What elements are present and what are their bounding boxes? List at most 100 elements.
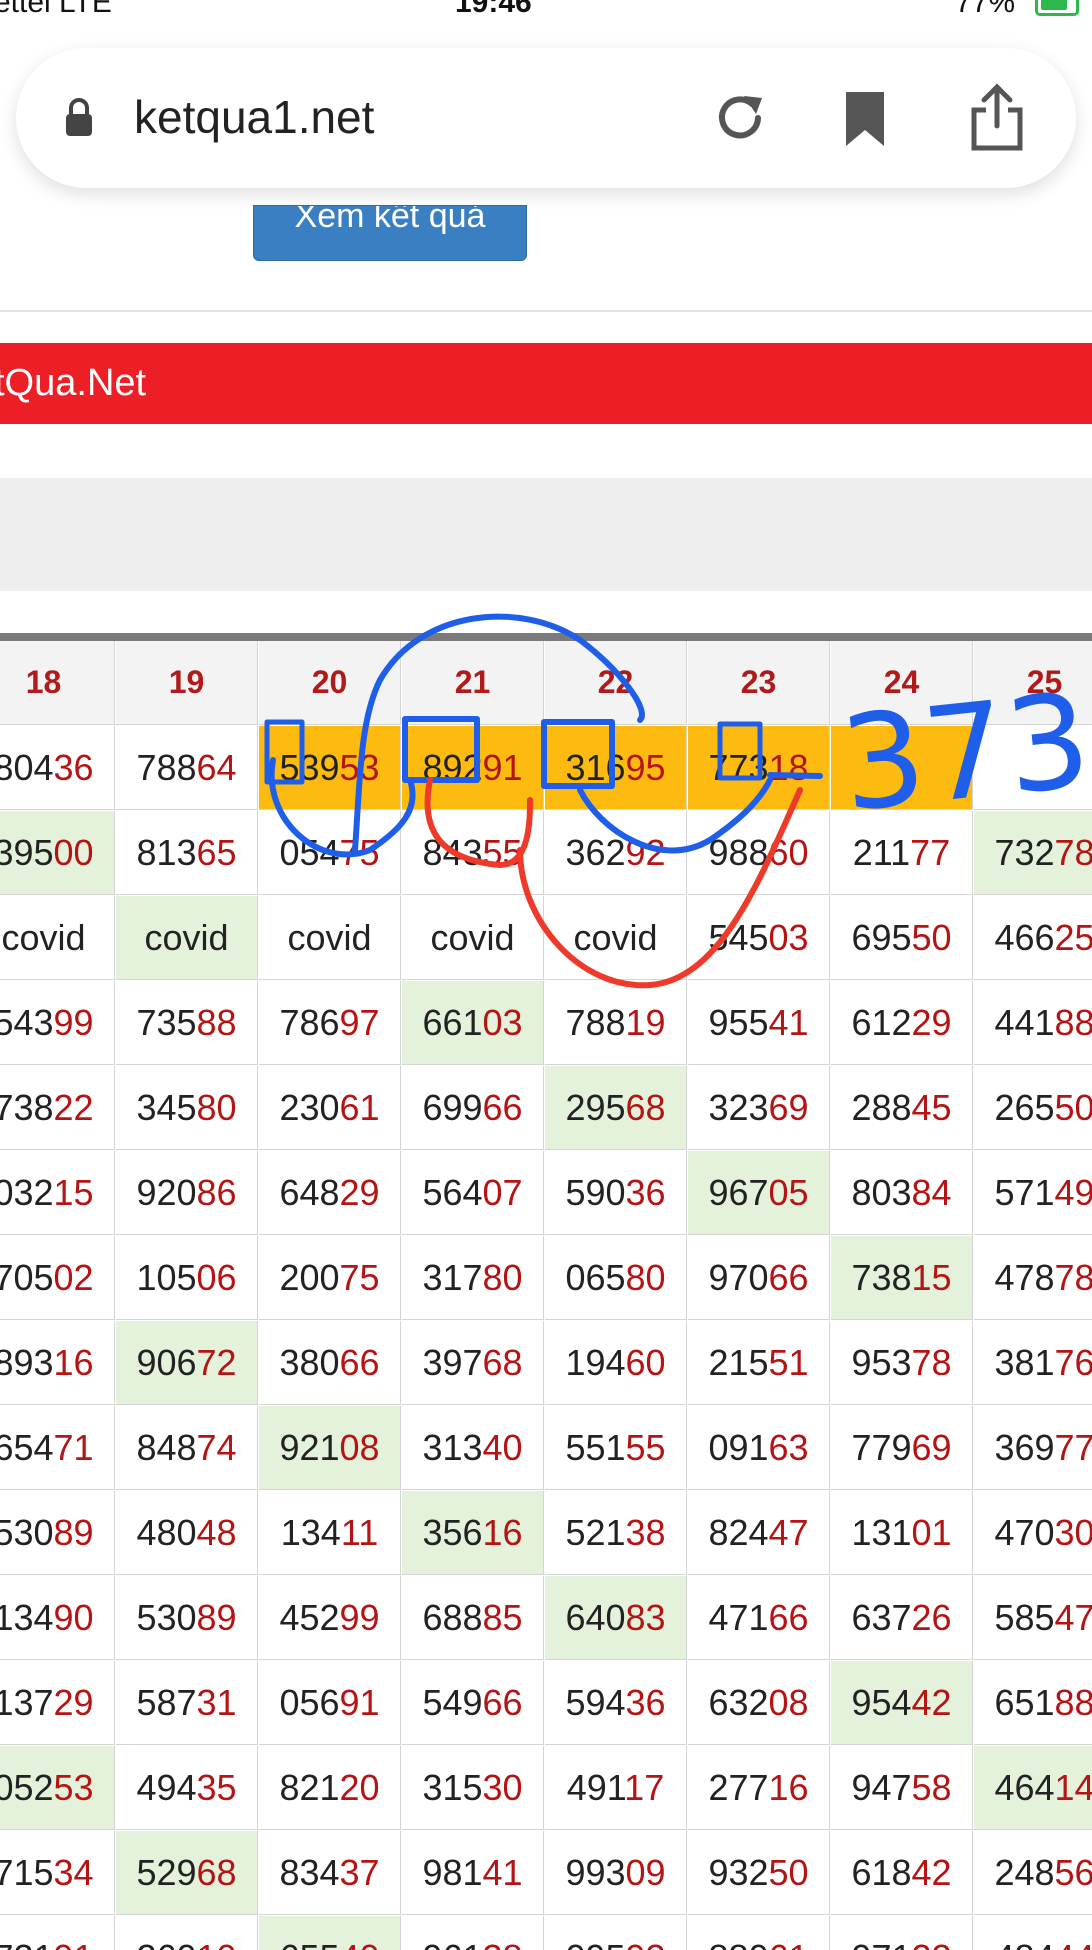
number-prefix: 803 <box>851 1172 912 1213</box>
battery-icon <box>1035 0 1079 16</box>
number-suffix: 36 <box>625 1172 666 1213</box>
number-suffix: 88 <box>196 1002 237 1043</box>
result-cell: 63208 <box>688 1661 830 1745</box>
number-suffix: 84 <box>911 1172 952 1213</box>
result-cell: 56407 <box>402 1151 544 1235</box>
number-prefix: 970 <box>708 1257 769 1298</box>
result-cell: 82120 <box>259 1746 401 1830</box>
bookmark-icon[interactable] <box>842 90 888 148</box>
number-suffix: 07 <box>482 1172 523 1213</box>
result-cell: 71534 <box>0 1831 115 1915</box>
result-cell: 80436 <box>0 726 115 810</box>
number-prefix: 288 <box>851 1087 912 1128</box>
result-cell: 66103 <box>402 981 544 1065</box>
number-suffix: 15 <box>53 1172 94 1213</box>
number-suffix: 68 <box>482 1342 523 1383</box>
column-header: 24 <box>831 641 973 725</box>
number-prefix: 661 <box>422 1002 483 1043</box>
number-suffix: 91 <box>339 1682 380 1723</box>
number-suffix: 42 <box>911 1682 952 1723</box>
view-results-button[interactable]: Xem kết quả <box>253 205 527 261</box>
result-cell: 96705 <box>688 1151 830 1235</box>
number-prefix: 705 <box>0 1257 54 1298</box>
number-suffix: 91 <box>54 1937 94 1950</box>
result-cell: 96128 <box>402 1916 544 1950</box>
number-prefix: 906 <box>136 1342 197 1383</box>
result-cell: 70502 <box>0 1236 115 1320</box>
number-prefix: 967 <box>708 1172 769 1213</box>
number-suffix: 60 <box>625 1342 666 1383</box>
number-suffix: 69 <box>768 1087 809 1128</box>
number-suffix: 51 <box>768 1342 809 1383</box>
result-cell: 88061 <box>688 1916 830 1950</box>
number-prefix: 654 <box>0 1427 54 1468</box>
result-cell: 46625 <box>974 896 1092 980</box>
number-suffix: 58 <box>911 1767 952 1808</box>
status-bar: ettel LTE 19:46 77% <box>0 0 1092 22</box>
number-prefix: 738 <box>851 1257 912 1298</box>
result-cell: 73815 <box>831 1236 973 1320</box>
url-text[interactable]: ketqua1.net <box>134 90 374 144</box>
number-prefix: 464 <box>994 1767 1055 1808</box>
result-cell: 13101 <box>831 1491 973 1575</box>
reload-icon[interactable] <box>712 90 768 146</box>
number-prefix: 362 <box>565 832 626 873</box>
number-suffix: 97 <box>339 1002 380 1043</box>
number-prefix: 640 <box>565 1597 626 1638</box>
result-cell: 61842 <box>831 1831 973 1915</box>
browser-url-bar[interactable]: ketqua1.net <box>16 48 1076 188</box>
number-prefix: 594 <box>565 1682 626 1723</box>
share-icon[interactable] <box>968 82 1026 152</box>
result-cell: 89291 <box>402 726 544 810</box>
number-prefix: 032 <box>0 1172 54 1213</box>
number-prefix: 295 <box>565 1087 626 1128</box>
number-suffix: 05 <box>768 1172 809 1213</box>
number-prefix: 587 <box>136 1682 197 1723</box>
number-suffix: 11 <box>340 1512 379 1553</box>
number-suffix: 41 <box>768 1002 809 1043</box>
result-cell: 55155 <box>545 1406 687 1490</box>
number-suffix: 49 <box>1054 1172 1092 1213</box>
number-suffix: 90 <box>53 1597 94 1638</box>
number-suffix: 74 <box>196 1427 237 1468</box>
number-prefix: 551 <box>565 1427 626 1468</box>
result-cell: 49117 <box>545 1746 687 1830</box>
number-suffix: 75 <box>339 832 380 873</box>
number-suffix: 77 <box>910 832 951 873</box>
number-prefix: 470 <box>994 1512 1055 1553</box>
number-prefix: 920 <box>136 1172 197 1213</box>
result-cell: 39500 <box>0 811 115 895</box>
number-prefix: 779 <box>851 1427 912 1468</box>
number-prefix: 804 <box>0 747 54 788</box>
filter-band <box>0 478 1092 591</box>
result-cell: 53953 <box>259 726 401 810</box>
result-cell: 34580 <box>116 1066 258 1150</box>
number-suffix: 02 <box>53 1257 94 1298</box>
number-prefix: 530 <box>136 1597 197 1638</box>
number-prefix: 786 <box>279 1002 340 1043</box>
number-prefix: 549 <box>422 1682 483 1723</box>
number-suffix: 29 <box>339 1172 380 1213</box>
result-cell: 13729 <box>0 1661 115 1745</box>
result-cell: 77969 <box>831 1406 973 1490</box>
number-prefix: 893 <box>0 1342 54 1383</box>
number-prefix: 539 <box>279 747 340 788</box>
number-suffix: 80 <box>196 1087 237 1128</box>
number-suffix: 45 <box>911 1087 952 1128</box>
number-suffix: 38 <box>625 1512 666 1553</box>
number-suffix: 30 <box>1054 1512 1092 1553</box>
number-prefix: 494 <box>136 1767 197 1808</box>
number-suffix: 80 <box>625 1257 666 1298</box>
number-suffix: 63 <box>768 1427 809 1468</box>
result-cell: 69966 <box>402 1066 544 1150</box>
result-cell: 95378 <box>831 1321 973 1405</box>
number-suffix: 20 <box>339 1767 380 1808</box>
number-suffix: 56 <box>1054 1852 1092 1893</box>
number-prefix: 571 <box>994 1172 1055 1213</box>
result-cell: 83437 <box>259 1831 401 1915</box>
result-cell: 54503 <box>688 896 830 980</box>
number-suffix: 06 <box>196 1257 237 1298</box>
number-suffix: 08 <box>339 1427 380 1468</box>
result-cell: 21177 <box>831 811 973 895</box>
number-prefix: 637 <box>851 1597 912 1638</box>
